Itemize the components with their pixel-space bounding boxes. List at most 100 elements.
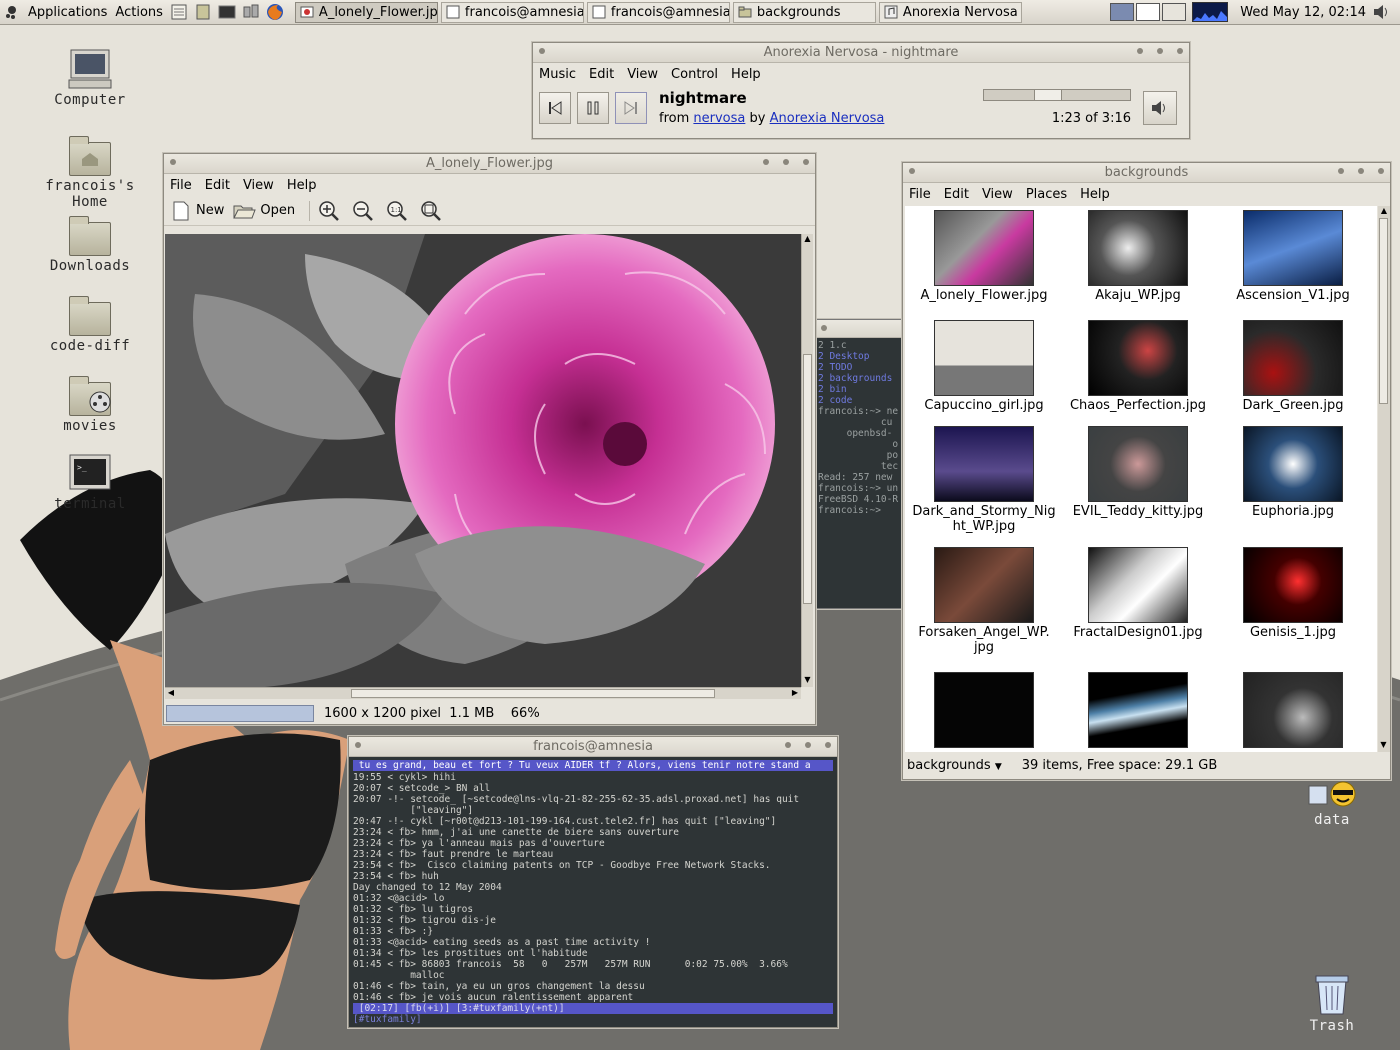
text-editor-launcher-icon[interactable] [169, 2, 189, 22]
file-item[interactable]: Euphoria.jpg [1218, 426, 1368, 519]
file-item[interactable]: Dark_and_Stormy_Nig ht_WP.jpg [909, 426, 1059, 534]
file-item[interactable]: Capuccino_girl.jpg [909, 320, 1059, 413]
maximize-icon[interactable] [1358, 168, 1364, 174]
workspace-1[interactable] [1110, 3, 1135, 21]
volume-button[interactable] [1143, 90, 1177, 125]
applications-menu[interactable]: Applications [24, 0, 111, 25]
irc-input[interactable]: [#tuxfamily] [353, 1014, 833, 1025]
file-item[interactable] [1063, 672, 1213, 750]
firefox-launcher-icon[interactable] [265, 2, 285, 22]
scroll-right-arrow[interactable]: ▶ [789, 688, 801, 697]
menu-view[interactable]: View [243, 178, 274, 193]
desktop-icon-code-diff[interactable]: code-diff [25, 294, 155, 354]
desktop-icon-home[interactable]: francois's Home [25, 134, 155, 210]
maximize-icon[interactable] [1157, 48, 1163, 54]
minimize-icon[interactable] [785, 742, 791, 748]
open-button[interactable]: Open [232, 200, 295, 222]
seek-slider[interactable] [983, 89, 1131, 101]
window-titlebar[interactable]: A_lonely_Flower.jpg [164, 154, 815, 174]
task-terminal-2[interactable]: francois@amnesia [586, 1, 730, 23]
file-item[interactable]: Dark_Green.jpg [1218, 320, 1368, 413]
zoom-in-button[interactable] [316, 198, 342, 224]
workspace-2[interactable] [1136, 3, 1161, 21]
menu-places[interactable]: Places [1026, 187, 1067, 202]
close-icon[interactable] [1378, 168, 1384, 174]
seek-handle[interactable] [1034, 89, 1062, 101]
terminal-launcher-icon[interactable] [217, 2, 237, 22]
scroll-thumb[interactable] [351, 689, 715, 698]
window-titlebar[interactable]: backgrounds [903, 163, 1390, 183]
system-monitor[interactable] [1192, 2, 1229, 22]
desktop-icon-downloads[interactable]: Downloads [25, 214, 155, 274]
vertical-scrollbar[interactable]: ▲ ▼ [801, 234, 813, 687]
window-titlebar[interactable] [815, 320, 913, 338]
close-icon[interactable] [803, 159, 809, 165]
workspace-switcher[interactable] [1110, 3, 1187, 21]
menu-file[interactable]: File [909, 187, 931, 202]
previous-button[interactable] [539, 91, 571, 124]
file-item[interactable]: Akaju_WP.jpg [1063, 210, 1213, 303]
scroll-left-arrow[interactable]: ◀ [165, 688, 177, 697]
network-launcher-icon[interactable] [241, 2, 261, 22]
menu-edit[interactable]: Edit [205, 178, 230, 193]
menu-edit[interactable]: Edit [589, 67, 614, 82]
window-menu-icon[interactable] [909, 168, 915, 174]
task-terminal-1[interactable]: francois@amnesia [440, 1, 584, 23]
file-item[interactable] [909, 672, 1059, 750]
window-menu-icon[interactable] [355, 742, 361, 748]
zoom-normal-button[interactable]: 1:1 [384, 198, 410, 224]
minimize-icon[interactable] [1137, 48, 1143, 54]
menu-view[interactable]: View [627, 67, 658, 82]
vertical-scrollbar[interactable]: ▲ ▼ [1378, 206, 1390, 752]
file-item[interactable]: Ascension_V1.jpg [1218, 210, 1368, 303]
scroll-up-arrow[interactable]: ▲ [1378, 206, 1390, 218]
scroll-up-arrow[interactable]: ▲ [802, 234, 813, 246]
menu-help[interactable]: Help [1080, 187, 1110, 202]
irc-messages[interactable]: 19:55 < cykl> hihi 20:07 < setcode_> BN a… [353, 772, 833, 1003]
desktop-icon-data[interactable]: data [1267, 778, 1397, 828]
window-titlebar[interactable]: francois@amnesia [349, 737, 837, 757]
menu-file[interactable]: File [170, 178, 192, 193]
menu-help[interactable]: Help [731, 67, 761, 82]
actions-menu[interactable]: Actions [111, 0, 167, 25]
window-menu-icon[interactable] [821, 325, 827, 331]
close-icon[interactable] [1177, 48, 1183, 54]
scroll-thumb[interactable] [803, 354, 812, 604]
window-titlebar[interactable]: Anorexia Nervosa - nightmare [533, 43, 1189, 63]
desktop-icon-terminal[interactable]: >_ terminal [25, 452, 155, 512]
file-item[interactable]: Genisis_1.jpg [1218, 547, 1368, 640]
minimize-icon[interactable] [763, 159, 769, 165]
scroll-thumb[interactable] [1379, 218, 1388, 404]
scroll-down-arrow[interactable]: ▼ [802, 675, 813, 687]
menu-view[interactable]: View [982, 187, 1013, 202]
file-icon-view[interactable]: A_lonely_Flower.jpg Akaju_WP.jpg Ascension… [905, 206, 1377, 752]
file-item[interactable]: EVIL_Teddy_kitty.jpg [1063, 426, 1213, 519]
maximize-icon[interactable] [783, 159, 789, 165]
foot-menu-icon[interactable] [0, 0, 24, 25]
zoom-out-button[interactable] [350, 198, 376, 224]
task-image-viewer[interactable]: A_lonely_Flower.jpg [294, 1, 438, 23]
location-dropdown[interactable]: backgrounds ▼ [907, 758, 1002, 773]
menu-edit[interactable]: Edit [944, 187, 969, 202]
window-menu-icon[interactable] [539, 48, 545, 54]
menu-control[interactable]: Control [671, 67, 718, 82]
workspace-3[interactable] [1162, 3, 1187, 21]
album-link[interactable]: nervosa [693, 111, 745, 126]
scroll-down-arrow[interactable]: ▼ [1378, 740, 1389, 752]
clock[interactable]: Wed May 12, 02:14 [1236, 0, 1370, 25]
volume-icon[interactable] [1372, 2, 1392, 22]
pause-button[interactable] [577, 91, 609, 124]
menu-music[interactable]: Music [539, 67, 576, 82]
file-item[interactable] [1218, 672, 1368, 750]
file-item[interactable]: FractalDesign01.jpg [1063, 547, 1213, 640]
image-canvas[interactable] [165, 234, 801, 687]
task-backgrounds[interactable]: backgrounds [732, 1, 876, 23]
desktop-icon-computer[interactable]: Computer [25, 48, 155, 108]
file-item[interactable]: A_lonely_Flower.jpg [909, 210, 1059, 303]
new-button[interactable]: New [170, 200, 224, 222]
menu-help[interactable]: Help [287, 178, 317, 193]
task-music-player[interactable]: Anorexia Nervosa - r [878, 1, 1022, 23]
notes-launcher-icon[interactable] [193, 2, 213, 22]
next-button[interactable] [615, 91, 647, 124]
horizontal-scrollbar[interactable]: ◀ ▶ [165, 687, 801, 699]
